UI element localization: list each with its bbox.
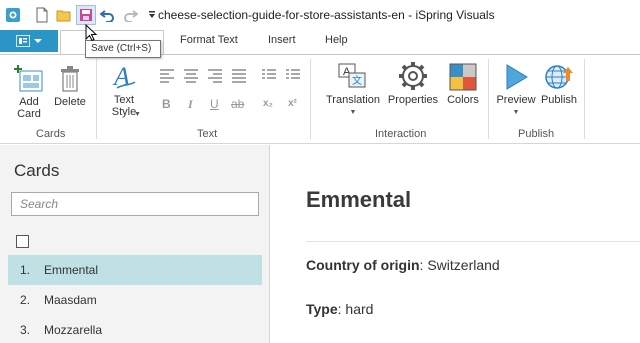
- publish-button[interactable]: Publish: [538, 59, 580, 106]
- tab-insert[interactable]: Insert: [268, 34, 296, 46]
- card-field-origin[interactable]: Country of origin: Switzerland: [306, 257, 500, 273]
- properties-label: Properties: [387, 94, 439, 106]
- separator: [310, 59, 311, 139]
- play-icon: [503, 59, 529, 91]
- colors-button[interactable]: Colors: [444, 59, 482, 106]
- bullet-list-icon[interactable]: [262, 69, 276, 81]
- search-input[interactable]: Search: [11, 192, 259, 216]
- file-menu-button[interactable]: [0, 30, 58, 52]
- card-editor: Emmental Country of origin: Switzerland …: [271, 145, 640, 343]
- ribbon: Add Card Delete Cards A Text Style ▼ B I…: [0, 54, 640, 144]
- app-icon: [4, 6, 22, 24]
- card-field-type[interactable]: Type: hard: [306, 301, 373, 317]
- properties-button[interactable]: Properties: [386, 59, 440, 106]
- underline-button[interactable]: U: [210, 97, 219, 111]
- align-right-icon[interactable]: [208, 69, 222, 83]
- field-label: Country of origin: [306, 257, 420, 273]
- chevron-down-icon: [34, 39, 42, 43]
- redo-icon[interactable]: [120, 5, 140, 25]
- add-card-label: Add Card: [17, 96, 41, 120]
- translation-label: Translation: [325, 94, 380, 106]
- list-item-number: 3.: [20, 323, 31, 337]
- new-file-icon[interactable]: [32, 5, 52, 25]
- field-value: Switzerland: [427, 257, 500, 273]
- field-label: Type: [306, 301, 338, 317]
- divider: [306, 241, 640, 242]
- card-title[interactable]: Emmental: [306, 187, 411, 213]
- colors-label: Colors: [447, 94, 479, 106]
- select-all-checkbox[interactable]: [16, 235, 29, 248]
- strikethrough-button[interactable]: ab: [231, 97, 244, 111]
- separator: [488, 59, 489, 139]
- list-item-number: 1.: [20, 263, 31, 277]
- align-center-icon[interactable]: [184, 69, 198, 83]
- group-label-interaction: Interaction: [375, 128, 427, 140]
- add-card-button[interactable]: Add Card: [10, 61, 48, 120]
- undo-icon[interactable]: [98, 5, 118, 25]
- align-justify-icon[interactable]: [232, 69, 246, 83]
- add-card-icon: [14, 61, 44, 93]
- chevron-down-icon: ▼: [134, 111, 141, 118]
- list-item-number: 2.: [20, 293, 31, 307]
- tab-format-text[interactable]: Format Text: [180, 34, 238, 46]
- numbered-list-icon[interactable]: [286, 69, 300, 81]
- translation-button[interactable]: A文 Translation ▼: [322, 59, 384, 119]
- field-value: hard: [345, 301, 374, 317]
- text-style-icon: A: [111, 59, 137, 91]
- trash-icon: [60, 61, 80, 93]
- preview-label: Preview: [496, 94, 536, 106]
- svg-text:文: 文: [352, 74, 362, 87]
- subscript-button[interactable]: x₂: [263, 98, 273, 109]
- chevron-down-icon: ▼: [349, 109, 357, 116]
- list-item[interactable]: 3. Mozzarella: [8, 315, 262, 343]
- open-folder-icon[interactable]: [54, 5, 74, 25]
- align-left-icon[interactable]: [160, 69, 174, 83]
- save-icon[interactable]: [76, 5, 96, 25]
- gear-icon: [398, 59, 428, 91]
- group-label-cards: Cards: [36, 128, 66, 140]
- cards-panel-title: Cards: [14, 161, 60, 180]
- list-item[interactable]: 2. Maasdam: [8, 285, 262, 315]
- text-style-label: Text Style: [111, 94, 137, 118]
- translation-icon: A文: [337, 59, 369, 91]
- italic-button[interactable]: I: [188, 97, 193, 112]
- cards-panel: Cards Search 1. Emmental 2. Maasdam 3. M…: [0, 145, 270, 343]
- publish-label: Publish: [540, 94, 578, 106]
- superscript-button[interactable]: x²: [288, 98, 297, 109]
- preview-button[interactable]: Preview ▼: [494, 59, 538, 119]
- bold-button[interactable]: B: [162, 97, 171, 111]
- text-style-button[interactable]: A Text Style ▼: [104, 59, 144, 118]
- list-item-name: Emmental: [44, 263, 99, 277]
- delete-label: Delete: [54, 96, 86, 108]
- separator: [584, 59, 585, 139]
- list-item-name: Maasdam: [44, 293, 97, 307]
- window-title: cheese-selection-guide-for-store-assista…: [158, 8, 495, 22]
- chevron-down-icon: ▼: [512, 109, 520, 116]
- separator: [96, 59, 97, 139]
- menu-icon: [16, 35, 30, 47]
- globe-publish-icon: [543, 59, 575, 91]
- mouse-cursor-icon: [85, 23, 98, 45]
- list-item[interactable]: 1. Emmental: [8, 255, 262, 285]
- group-label-publish: Publish: [518, 128, 555, 140]
- color-palette-icon: [449, 59, 477, 91]
- group-label-text: Text: [197, 128, 218, 140]
- delete-card-button[interactable]: Delete: [52, 61, 88, 108]
- list-item-name: Mozzarella: [44, 323, 103, 337]
- tab-help[interactable]: Help: [325, 34, 348, 46]
